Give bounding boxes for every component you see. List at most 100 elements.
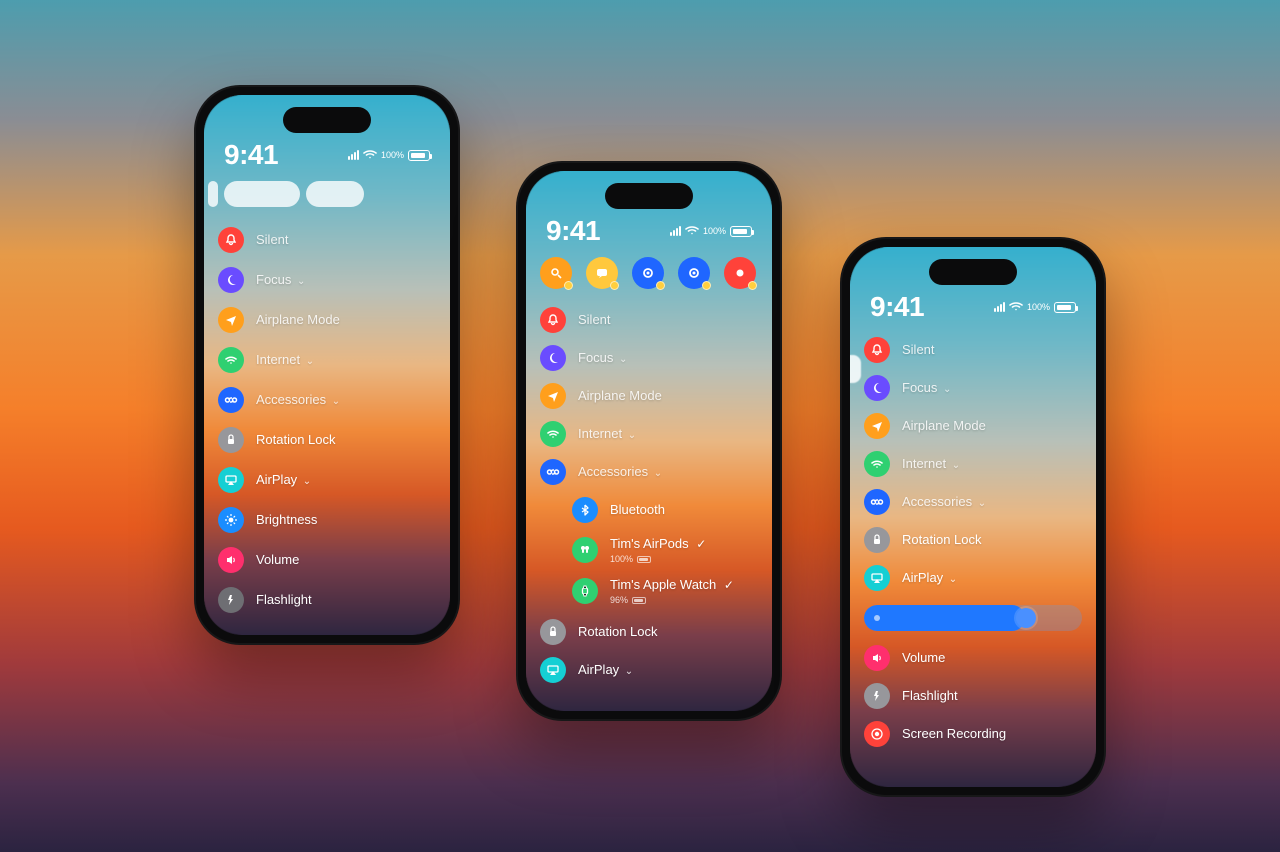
quick-chip[interactable] [724, 257, 756, 289]
brightness-min-dot [874, 615, 880, 621]
link-icon [864, 489, 890, 515]
battery-pct: 100% [1027, 302, 1050, 312]
control-row-silent[interactable]: Silent [540, 307, 758, 333]
row-label: Volume [902, 650, 945, 665]
control-list-tail: Rotation Lock AirPlay ⌄ [540, 619, 758, 683]
row-text: Accessories ⌄ [902, 493, 986, 511]
badge-dot [702, 281, 711, 290]
badge-dot [564, 281, 573, 290]
control-row-airplay[interactable]: AirPlay ⌄ [540, 657, 758, 683]
battery-icon [1054, 302, 1076, 313]
row-label: AirPlay ⌄ [256, 472, 311, 487]
row-text: Airplane Mode [578, 387, 662, 405]
filter-pill[interactable] [224, 181, 300, 207]
quick-chip[interactable] [632, 257, 664, 289]
control-row-rotation-lock[interactable]: Rotation Lock [864, 527, 1082, 553]
control-row-tim-s-airpods[interactable]: Tim's AirPods ✓100% [572, 535, 758, 564]
row-text: Screen Recording [902, 725, 1006, 743]
control-row-screen-recording[interactable]: Screen Recording [864, 721, 1082, 747]
phone-center: 9:41 100% SilentFocus ⌄Airplane ModeInte… [516, 161, 782, 721]
row-label: Volume [256, 552, 299, 567]
row-text: Airplane Mode [256, 311, 340, 329]
chevron-down-icon: ⌄ [978, 498, 986, 509]
brightness-fill [864, 605, 1025, 631]
row-label: Brightness [256, 512, 317, 527]
control-row-bluetooth[interactable]: Bluetooth [572, 497, 758, 523]
row-label: Accessories ⌄ [578, 464, 662, 479]
lock-icon [864, 527, 890, 553]
sun-icon [218, 507, 244, 533]
control-row-focus[interactable]: Focus ⌄ [540, 345, 758, 371]
control-row-tim-s-apple-watch[interactable]: Tim's Apple Watch ✓ 96% [572, 576, 758, 605]
row-text: AirPlay ⌄ [902, 569, 957, 587]
control-row-internet[interactable]: Internet ⌄ [218, 347, 436, 373]
control-row-focus[interactable]: Focus ⌄ [864, 375, 1082, 401]
control-row-rotation-lock[interactable]: Rotation Lock [218, 427, 436, 453]
control-row-silent[interactable]: Silent [864, 337, 1082, 363]
control-row-flashlight[interactable]: Flashlight [218, 587, 436, 613]
control-row-focus[interactable]: Focus ⌄ [218, 267, 436, 293]
rec-icon [864, 721, 890, 747]
row-text: Rotation Lock [902, 531, 982, 549]
filter-pill[interactable] [306, 181, 364, 207]
row-label: Focus ⌄ [578, 350, 627, 365]
quick-chip[interactable] [678, 257, 710, 289]
control-row-accessories[interactable]: Accessories ⌄ [864, 489, 1082, 515]
control-row-airplane-mode[interactable]: Airplane Mode [540, 383, 758, 409]
control-row-internet[interactable]: Internet ⌄ [864, 451, 1082, 477]
lock-icon [218, 427, 244, 453]
row-text: Flashlight [902, 687, 958, 705]
quick-apps-row [540, 257, 758, 289]
badge-dot [748, 281, 757, 290]
control-row-internet[interactable]: Internet ⌄ [540, 421, 758, 447]
wifi-icon [685, 224, 699, 238]
control-row-rotation-lock[interactable]: Rotation Lock [540, 619, 758, 645]
row-label: Flashlight [902, 688, 958, 703]
wifi-icon [218, 347, 244, 373]
dynamic-island [283, 107, 371, 133]
row-label: Silent [256, 232, 289, 247]
battery-icon [408, 150, 430, 161]
control-row-accessories[interactable]: Accessories ⌄ [218, 387, 436, 413]
row-label: Silent [578, 312, 611, 327]
row-label: Tim's AirPods ✓ [610, 536, 706, 551]
row-subtext: 96% [610, 595, 734, 605]
control-row-flashlight[interactable]: Flashlight [864, 683, 1082, 709]
quick-chip[interactable] [540, 257, 572, 289]
cellular-icon [994, 302, 1005, 312]
screen-left: 9:41 100% Silent Focus ⌄ Airplane Mode Inte… [204, 95, 450, 635]
row-label: Airplane Mode [578, 388, 662, 403]
lock-icon [540, 619, 566, 645]
chevron-down-icon: ⌄ [297, 276, 305, 287]
badge-dot [610, 281, 619, 290]
quick-chip[interactable] [586, 257, 618, 289]
row-label: Tim's Apple Watch ✓ [610, 577, 734, 592]
wifi-icon [864, 451, 890, 477]
control-row-airplane-mode[interactable]: Airplane Mode [864, 413, 1082, 439]
control-row-brightness[interactable]: Brightness [218, 507, 436, 533]
control-row-airplane-mode[interactable]: Airplane Mode [218, 307, 436, 333]
row-text: Silent [256, 231, 289, 249]
chevron-down-icon: ⌄ [628, 430, 636, 441]
status-bar: 9:41 100% [204, 139, 450, 171]
brightness-knob[interactable] [1016, 608, 1036, 628]
link-icon [218, 387, 244, 413]
control-row-volume[interactable]: Volume [864, 645, 1082, 671]
plane-icon [540, 383, 566, 409]
chevron-down-icon: ⌄ [306, 356, 314, 367]
phone-left: 9:41 100% Silent Focus ⌄ Airplane Mode Inte… [194, 85, 460, 645]
control-row-accessories[interactable]: Accessories ⌄ [540, 459, 758, 485]
control-row-airplay[interactable]: AirPlay ⌄ [864, 565, 1082, 591]
control-row-volume[interactable]: Volume [218, 547, 436, 573]
row-label: Airplane Mode [256, 312, 340, 327]
chevron-down-icon: ⌄ [949, 574, 957, 585]
filter-pill[interactable] [208, 181, 218, 207]
row-label: Airplane Mode [902, 418, 986, 433]
row-label: Internet ⌄ [902, 456, 960, 471]
brightness-slider[interactable] [864, 605, 1082, 631]
row-text: Rotation Lock [256, 431, 336, 449]
control-list: Silent Focus ⌄ Airplane Mode Internet ⌄ Acce… [540, 307, 758, 485]
control-row-silent[interactable]: Silent [218, 227, 436, 253]
control-row-airplay[interactable]: AirPlay ⌄ [218, 467, 436, 493]
row-text: Airplane Mode [902, 417, 986, 435]
